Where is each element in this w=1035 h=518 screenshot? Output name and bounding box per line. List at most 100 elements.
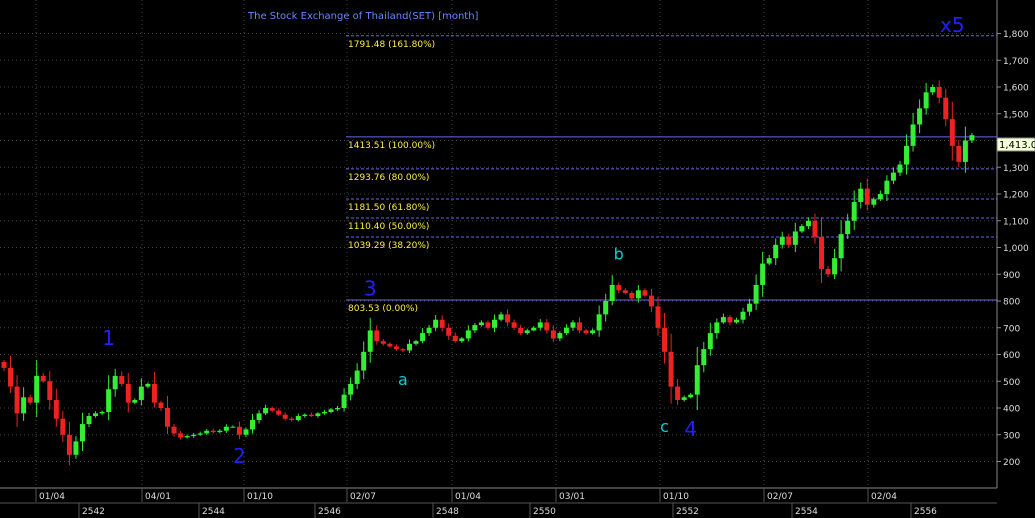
candle-body <box>720 317 726 323</box>
x-upper-label: 03/01 <box>559 492 585 502</box>
candle-body <box>60 418 66 435</box>
candle-body <box>112 375 118 390</box>
candle-body <box>858 188 864 203</box>
candle-body <box>426 327 432 334</box>
candle-body <box>838 234 844 259</box>
candle-body <box>21 397 27 414</box>
candle-body <box>603 301 609 315</box>
candle-body <box>786 236 792 245</box>
candle-body <box>341 394 347 408</box>
x-lower-label: 2546 <box>318 507 341 517</box>
candle-body <box>34 375 40 403</box>
candle-body <box>374 330 380 342</box>
x-upper-label: 01/04 <box>39 492 65 502</box>
candle-body <box>217 430 223 433</box>
candle-body <box>537 322 543 328</box>
y-tick-label: 400 <box>1003 405 1020 415</box>
candle-body <box>511 322 517 328</box>
x-upper-label: 02/04 <box>871 492 897 502</box>
candle-body <box>877 194 883 200</box>
candle-body <box>917 108 923 125</box>
candle-body <box>492 319 497 328</box>
candle-body <box>642 290 648 296</box>
candle-body <box>773 244 779 259</box>
candle-body <box>845 220 851 235</box>
x-upper-label: 01/04 <box>455 492 481 502</box>
candle-body <box>714 322 720 334</box>
wave-label: c <box>660 417 669 436</box>
y-tick-label: 300 <box>1003 431 1020 441</box>
candle-body <box>812 220 818 237</box>
candle-body <box>753 284 759 304</box>
candle-body <box>302 414 308 417</box>
x-lower-label: 2550 <box>533 507 556 517</box>
x-upper-label: 04/01 <box>145 492 171 502</box>
candle-body <box>400 349 406 351</box>
chart-background <box>0 0 1035 518</box>
candle-body <box>609 284 615 301</box>
candle-body <box>132 399 138 403</box>
candle-body <box>236 426 242 435</box>
candle-body <box>681 397 687 400</box>
candle-body <box>668 351 674 387</box>
candle-body <box>779 236 785 245</box>
candle-body <box>276 410 282 415</box>
x-upper-label: 01/10 <box>663 492 689 502</box>
y-tick-label: 1,500 <box>1003 110 1029 120</box>
candle-body <box>747 303 753 312</box>
y-tick-label: 200 <box>1003 458 1020 468</box>
y-tick-label: 1,700 <box>1003 57 1029 67</box>
candle-body <box>158 402 164 408</box>
candle-body <box>864 188 870 205</box>
candle-body <box>531 327 537 331</box>
candle-body <box>819 236 824 269</box>
candle-body <box>524 330 530 334</box>
candle-body <box>629 292 635 299</box>
y-tick-label: 1,100 <box>1003 217 1029 227</box>
candle-body <box>890 172 896 181</box>
candle-body <box>544 322 550 331</box>
candle-body <box>505 314 511 323</box>
fib-level-label: 1039.29 (38.20%) <box>348 241 429 251</box>
candle-body <box>897 164 903 173</box>
candle-body <box>694 365 700 395</box>
candle-body <box>498 314 504 320</box>
candle-body <box>250 420 256 430</box>
candle-body <box>904 145 910 165</box>
candle-body <box>387 343 393 347</box>
candle-body <box>871 199 877 205</box>
candle-body <box>433 319 439 328</box>
fib-level-label: 803.53 (0.00%) <box>348 304 418 314</box>
candle-body <box>472 325 478 331</box>
candle-body <box>165 408 170 427</box>
candle-body <box>675 386 681 400</box>
x-upper-label: 01/10 <box>247 492 273 502</box>
candle-body <box>393 346 399 350</box>
candle-body <box>727 317 733 323</box>
candle-body <box>969 135 975 141</box>
wave-label: 1 <box>102 326 115 350</box>
y-tick-label: 1,000 <box>1003 244 1029 254</box>
candle-body <box>93 413 99 417</box>
y-tick-label: 800 <box>1003 298 1020 308</box>
candle-body <box>518 327 524 334</box>
candle-body <box>635 290 641 299</box>
candle-body <box>832 258 838 275</box>
candle-body <box>191 434 197 437</box>
wave-label: b <box>614 245 624 264</box>
candle-body <box>66 434 72 455</box>
fib-level-label: 1181.50 (61.80%) <box>348 203 429 213</box>
x-lower-label: 2556 <box>914 507 937 517</box>
chart-title: The Stock Exchange of Thailand(SET) [mon… <box>247 11 479 22</box>
candle-body <box>354 370 360 384</box>
candle-body <box>799 226 805 232</box>
candle-body <box>125 383 131 403</box>
candle-body <box>577 322 583 331</box>
candle-body <box>138 386 144 400</box>
wave-label: x5 <box>940 13 965 37</box>
candle-body <box>805 220 811 227</box>
y-tick-label: 900 <box>1003 271 1020 281</box>
candle-body <box>106 389 112 413</box>
candle-body <box>648 295 654 307</box>
candle-body <box>269 408 275 411</box>
